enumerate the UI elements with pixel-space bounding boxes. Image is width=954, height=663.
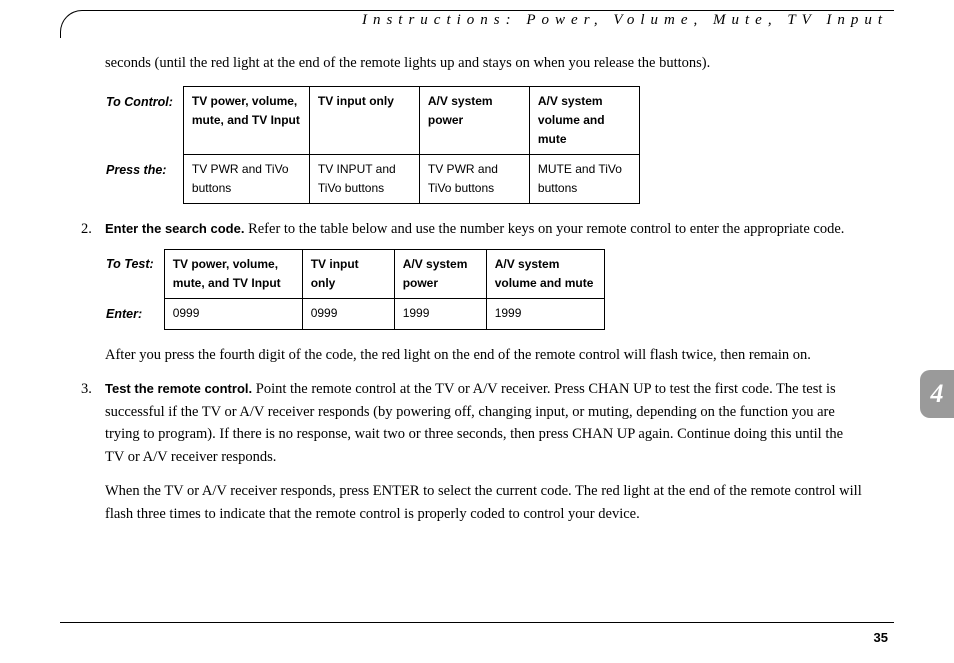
table2-h3: A/V system volume and mute: [486, 249, 604, 298]
table2-v0: 0999: [164, 299, 302, 330]
step-2-number: 2.: [81, 218, 105, 240]
table2-h2: A/V system power: [394, 249, 486, 298]
table2-row2-label: Enter:: [105, 299, 164, 330]
table1-v0: TV PWR and TiVo buttons: [183, 155, 309, 204]
step-2-lead: Enter the search code.: [105, 221, 244, 236]
step-3-lead: Test the remote control.: [105, 381, 252, 396]
control-table: To Control: TV power, volume, mute, and …: [105, 86, 640, 204]
page-header: Instructions: Power, Volume, Mute, TV In…: [354, 12, 888, 29]
table1-h1: TV input only: [309, 87, 419, 155]
content-area: seconds (until the red light at the end …: [105, 52, 864, 545]
table1-v3: MUTE and TiVo buttons: [529, 155, 639, 204]
table2-v2: 1999: [394, 299, 486, 330]
table2-v3: 1999: [486, 299, 604, 330]
step-3-para2: When the TV or A/V receiver responds, pr…: [105, 480, 864, 525]
step-3-para1: Test the remote control. Point the remot…: [105, 378, 864, 468]
table1-row1-label: To Control:: [105, 87, 183, 155]
table1-h2: A/V system power: [419, 87, 529, 155]
table1-row2-label: Press the:: [105, 155, 183, 204]
page-number: 35: [874, 630, 888, 645]
table2-h0: TV power, volume, mute, and TV Input: [164, 249, 302, 298]
step-2: 2. Enter the search code. Refer to the t…: [105, 218, 864, 240]
step-2-body: Enter the search code. Refer to the tabl…: [105, 218, 864, 240]
after-table2-para: After you press the fourth digit of the …: [105, 344, 864, 366]
intro-paragraph: seconds (until the red light at the end …: [105, 52, 864, 74]
step-3-body: Test the remote control. Point the remot…: [105, 378, 864, 537]
footer-rule: [60, 622, 894, 623]
chapter-tab: 4: [920, 370, 954, 418]
table2-v1: 0999: [302, 299, 394, 330]
step-3: 3. Test the remote control. Point the re…: [105, 378, 864, 537]
step-2-rest: Refer to the table below and use the num…: [244, 221, 844, 237]
page: Instructions: Power, Volume, Mute, TV In…: [0, 0, 954, 663]
test-table: To Test: TV power, volume, mute, and TV …: [105, 249, 605, 330]
step-3-number: 3.: [81, 378, 105, 537]
table1-v1: TV INPUT and TiVo buttons: [309, 155, 419, 204]
table2-row1-label: To Test:: [105, 249, 164, 298]
table2-h1: TV input only: [302, 249, 394, 298]
table1-h0: TV power, volume, mute, and TV Input: [183, 87, 309, 155]
table1-v2: TV PWR and TiVo buttons: [419, 155, 529, 204]
table1-h3: A/V system volume and mute: [529, 87, 639, 155]
